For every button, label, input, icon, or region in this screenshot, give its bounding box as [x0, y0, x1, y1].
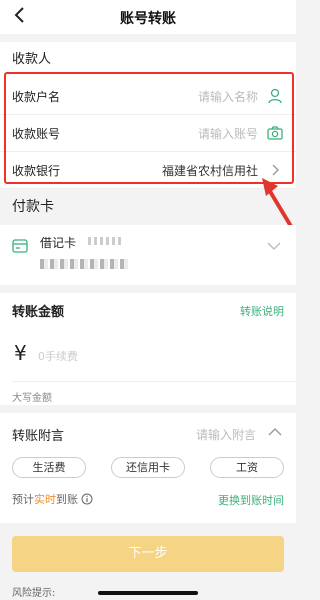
- card-name: 借记卡: [40, 236, 77, 250]
- divider: [12, 381, 296, 382]
- nav-bar: 账号转账: [0, 0, 296, 34]
- payee-bank-label: 收款银行: [12, 163, 61, 178]
- payer-section-title: 付款卡: [0, 189, 296, 225]
- payee-section-title: 收款人: [0, 42, 296, 78]
- payee-account-row[interactable]: 收款账号 请输入账号: [0, 115, 296, 152]
- card-icon: [12, 239, 28, 253]
- transfer-help-link[interactable]: 转账说明: [240, 303, 284, 319]
- payee-name-row[interactable]: 收款户名 请输入名称: [0, 78, 296, 115]
- contact-person-icon[interactable]: [266, 87, 284, 105]
- amount-input[interactable]: 0手续费: [38, 348, 78, 364]
- amount-uppercase-label: 大写金额: [12, 393, 52, 404]
- amount-title: 转账金额: [12, 305, 65, 320]
- info-icon[interactable]: [81, 493, 93, 505]
- annotation-arrow-icon: [262, 178, 294, 230]
- eta-prefix: 预计: [12, 493, 34, 506]
- card-number-masked: [88, 237, 122, 245]
- amount-section: 转账金额 转账说明 ¥ 0手续费 大写金额: [0, 293, 296, 405]
- payee-name-label: 收款户名: [12, 89, 61, 104]
- memo-chip[interactable]: 生活费: [12, 457, 86, 478]
- payee-bank-row[interactable]: 收款银行 福建省农村信用社: [0, 152, 296, 189]
- memo-section: 转账附言 请输入附言 生活费 还信用卡 工资 预计 实时 到账 更换到账时间: [0, 413, 296, 523]
- currency-symbol: ¥: [14, 341, 27, 365]
- eta-suffix: 到账: [56, 493, 78, 506]
- memo-chip[interactable]: 工资: [210, 457, 284, 478]
- payee-account-label: 收款账号: [12, 126, 61, 141]
- next-button[interactable]: 下一步: [12, 536, 284, 572]
- memo-chips: 生活费 还信用卡 工资: [12, 457, 284, 478]
- chevron-down-icon[interactable]: [266, 241, 282, 251]
- eta-highlight: 实时: [34, 493, 56, 506]
- memo-title: 转账附言: [12, 429, 65, 444]
- divider: [0, 34, 296, 42]
- change-arrival-time-link[interactable]: 更换到账时间: [218, 492, 284, 508]
- page-title: 账号转账: [120, 11, 176, 27]
- home-indicator: [98, 591, 198, 595]
- card-balance-masked: [40, 259, 130, 269]
- camera-icon[interactable]: [266, 124, 284, 142]
- memo-input[interactable]: 请输入附言: [196, 426, 256, 443]
- risk-notice-label: 风险提示:: [12, 588, 56, 599]
- payer-card-selector[interactable]: 借记卡: [0, 225, 296, 285]
- arrival-estimate: 预计 实时 到账: [12, 491, 93, 507]
- chevron-up-icon[interactable]: [268, 427, 282, 436]
- payee-account-input[interactable]: 请输入账号: [100, 125, 266, 142]
- payee-bank-value: 福建省农村信用社: [161, 163, 258, 178]
- memo-chip[interactable]: 还信用卡: [111, 457, 185, 478]
- payee-name-input[interactable]: 请输入名称: [100, 88, 266, 105]
